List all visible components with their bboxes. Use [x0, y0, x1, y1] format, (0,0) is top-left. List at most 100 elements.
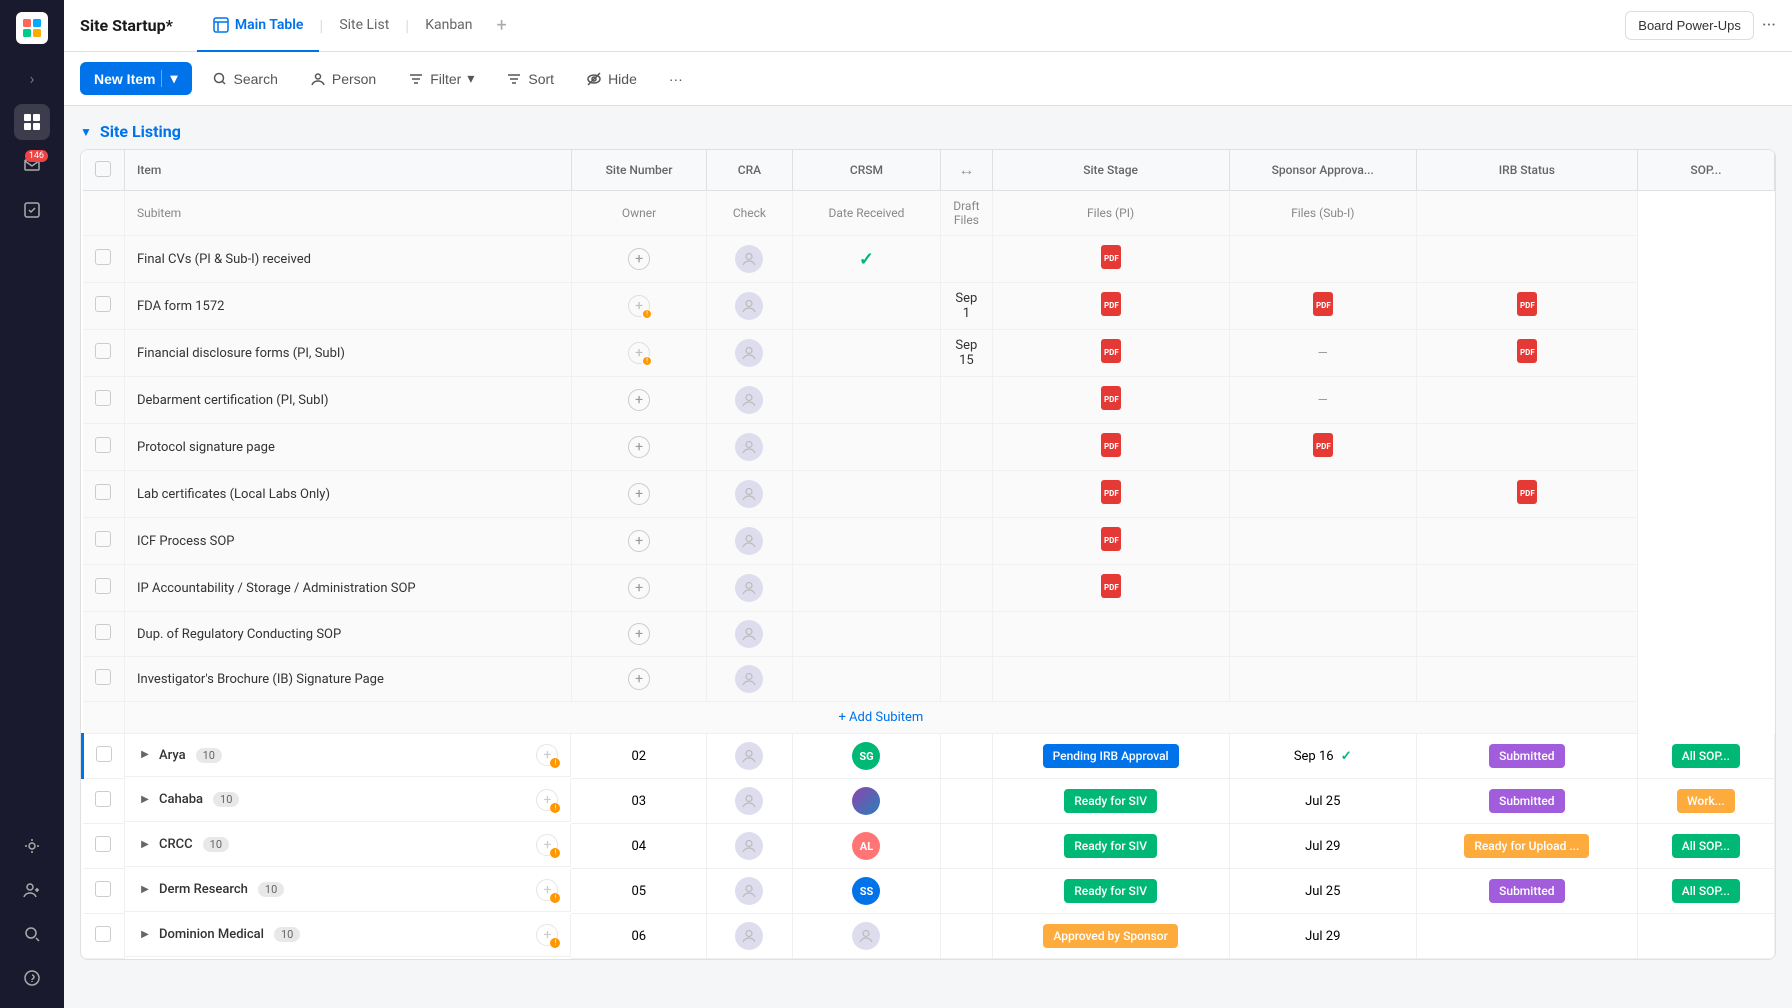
search-button[interactable]: Search [200, 64, 290, 94]
sidebar-plugins[interactable] [14, 828, 50, 864]
row-checkbox[interactable] [95, 296, 111, 312]
stage-badge: Ready for SIV [1064, 879, 1157, 903]
owner-avatar [735, 620, 763, 648]
sidebar-inbox[interactable]: 146 [14, 148, 50, 184]
subitem-add-icon-1[interactable]: + [628, 248, 650, 270]
new-item-caret[interactable]: ▾ [161, 70, 177, 87]
svg-text:PDF: PDF [1104, 583, 1119, 592]
sidebar-expand[interactable]: › [14, 60, 50, 96]
row-expand-arrow[interactable]: ▶ [137, 927, 153, 943]
svg-text:PDF: PDF [1104, 301, 1119, 310]
row-checkbox[interactable] [95, 249, 111, 265]
filter-button[interactable]: Filter ▾ [396, 63, 486, 94]
search-icon [212, 71, 228, 87]
tab-kanban[interactable]: Kanban [409, 0, 488, 52]
subitem-add-icon[interactable]: + [628, 436, 650, 458]
cra-cell [707, 824, 793, 869]
pdf-icon[interactable]: PDF [1100, 432, 1122, 458]
add-subitem-row: + Add Subitem [83, 702, 1775, 734]
cra-cell [707, 734, 793, 779]
pdf-icon[interactable]: PDF [1516, 479, 1538, 505]
row-checkbox[interactable] [95, 390, 111, 406]
new-item-button[interactable]: New Item ▾ [80, 62, 192, 95]
subitem-add-icon[interactable]: + [628, 483, 650, 505]
pdf-icon[interactable]: PDF [1100, 385, 1122, 411]
row-expand-arrow[interactable]: ▶ [137, 882, 153, 898]
subitem-row: Protocol signature page + PDF PDF [83, 424, 1775, 471]
pdf-icon[interactable]: PDF [1312, 432, 1334, 458]
row-name: ▶ CRCC 10 +! [125, 824, 571, 867]
tab-add-button[interactable]: + [489, 15, 515, 36]
row-checkbox[interactable] [96, 746, 112, 762]
row-checkbox[interactable] [95, 437, 111, 453]
hide-button[interactable]: Hide [574, 64, 649, 94]
site-stage-cell: Approved by Sponsor [992, 914, 1229, 959]
pdf-icon[interactable]: PDF [1312, 291, 1334, 317]
cra-avatar [735, 787, 763, 815]
row-checkbox[interactable] [95, 343, 111, 359]
row-checkbox[interactable] [95, 836, 111, 852]
sidebar-add-member[interactable] [14, 872, 50, 908]
main-content: Site Startup* Main Table | Site List | K… [64, 0, 1792, 1008]
row-checkbox[interactable] [95, 669, 111, 685]
main-row-dominion: ▶ Dominion Medical 10 +! 06 Approved by … [83, 914, 1775, 959]
sponsor-date: Jul 29 [1229, 824, 1416, 869]
row-checkbox[interactable] [95, 531, 111, 547]
sidebar-tasks[interactable] [14, 192, 50, 228]
sidebar-help[interactable] [14, 960, 50, 996]
main-row-crcc: ▶ CRCC 10 +! 04 AL Ready for SIV Jul 29 … [83, 824, 1775, 869]
subitem-row: Financial disclosure forms (PI, SubI) +!… [83, 330, 1775, 377]
row-checkbox[interactable] [95, 578, 111, 594]
sop-cell: All SOP... [1637, 869, 1774, 914]
sop-cell: All SOP... [1637, 734, 1774, 779]
person-button[interactable]: Person [298, 64, 388, 94]
subitem-row: Dup. of Regulatory Conducting SOP + [83, 612, 1775, 657]
pdf-icon-1[interactable]: PDF [1100, 244, 1122, 270]
subitem-add-icon[interactable]: + [628, 389, 650, 411]
tab-main-table[interactable]: Main Table [197, 0, 320, 52]
checkmark-1: ✓ [859, 249, 874, 270]
pdf-icon[interactable]: PDF [1100, 338, 1122, 364]
app-logo[interactable] [16, 12, 48, 44]
row-name: ▶ Derm Research 10 +! [125, 869, 571, 912]
sort-button[interactable]: Sort [494, 64, 566, 94]
col-resize-handle[interactable]: ↔ [941, 150, 992, 191]
pdf-icon[interactable]: PDF [1100, 573, 1122, 599]
topnav-more-button[interactable]: ··· [1762, 15, 1776, 36]
row-expand-arrow[interactable]: ▶ [137, 792, 153, 808]
select-all-checkbox[interactable] [95, 161, 111, 177]
board-power-ups-button[interactable]: Board Power-Ups [1625, 11, 1754, 40]
irb-badge: Submitted [1489, 744, 1564, 768]
grid-table: Item Site Number CRA CRSM ↔ Site Stage S… [81, 150, 1775, 959]
irb-status-cell: Submitted [1416, 779, 1637, 824]
subitem-add-icon[interactable]: + [628, 530, 650, 552]
more-toolbar-button[interactable]: ··· [657, 64, 695, 94]
row-checkbox[interactable] [95, 624, 111, 640]
sidebar-search[interactable] [14, 916, 50, 952]
sidebar-home[interactable] [14, 104, 50, 140]
row-checkbox[interactable] [95, 484, 111, 500]
subitem-header-row: Subitem Owner Check Date Received Draft … [83, 191, 1775, 236]
sponsor-date: Jul 25 [1229, 869, 1416, 914]
subitem-add-icon[interactable]: + [628, 577, 650, 599]
pdf-icon[interactable]: PDF [1100, 291, 1122, 317]
pdf-icon[interactable]: PDF [1100, 479, 1122, 505]
row-checkbox[interactable] [95, 791, 111, 807]
subitem-add-icon[interactable]: + [628, 623, 650, 645]
col-sop: SOP... [1637, 150, 1774, 191]
pdf-icon[interactable]: PDF [1516, 338, 1538, 364]
owner-avatar [735, 574, 763, 602]
row-expand-arrow[interactable]: ▶ [137, 747, 153, 763]
pdf-icon[interactable]: PDF [1100, 526, 1122, 552]
row-expand-arrow[interactable]: ▶ [137, 837, 153, 853]
crsm-avatar: AL [852, 832, 880, 860]
crsm-avatar: SS [852, 877, 880, 905]
tab-site-list[interactable]: Site List [323, 0, 405, 52]
subitem-add-icon[interactable]: + [628, 668, 650, 690]
row-checkbox[interactable] [95, 881, 111, 897]
group-header: ▼ Site Listing [64, 106, 1792, 149]
pdf-icon[interactable]: PDF [1516, 291, 1538, 317]
group-toggle[interactable]: ▼ [80, 125, 92, 139]
row-checkbox[interactable] [95, 926, 111, 942]
add-subitem-button[interactable]: + Add Subitem [125, 702, 1638, 734]
